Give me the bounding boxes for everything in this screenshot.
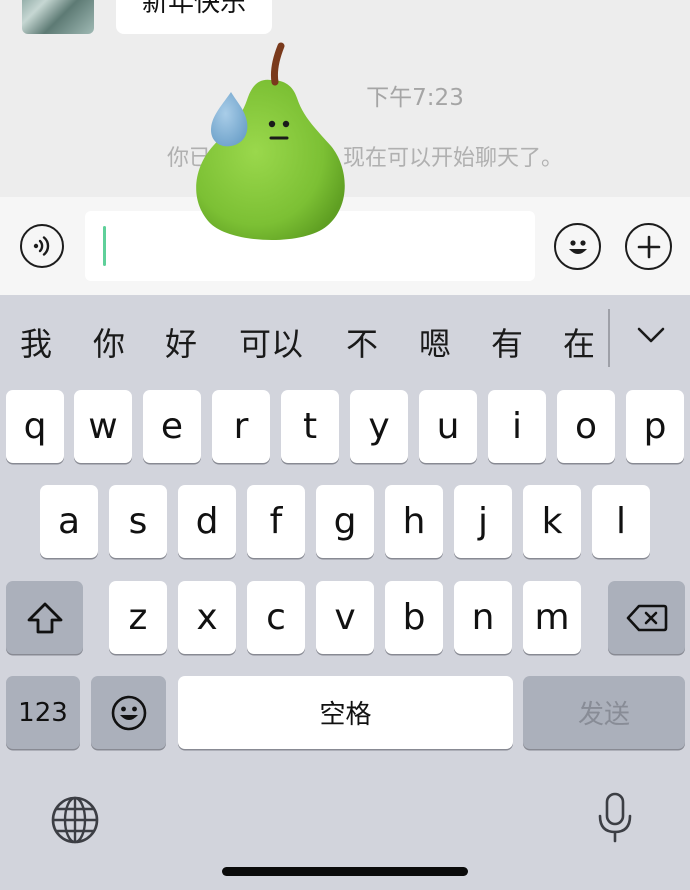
candidate-word[interactable]: 可以 xyxy=(239,319,303,365)
key-k[interactable]: k xyxy=(523,485,581,558)
shift-icon xyxy=(27,602,62,633)
backspace-icon xyxy=(626,604,667,631)
key-t[interactable]: t xyxy=(281,390,339,463)
key-z[interactable]: z xyxy=(109,581,167,654)
candidate-divider xyxy=(608,309,610,367)
text-caret xyxy=(103,226,106,266)
candidate-word[interactable]: 不 xyxy=(346,319,378,365)
message-bubble[interactable]: 新年快乐 xyxy=(116,0,273,34)
key-f[interactable]: f xyxy=(247,485,305,558)
backspace-key[interactable] xyxy=(608,581,685,654)
key-m[interactable]: m xyxy=(523,581,581,654)
key-x[interactable]: x xyxy=(178,581,236,654)
key-v[interactable]: v xyxy=(316,581,374,654)
candidate-word[interactable]: 在 xyxy=(563,319,595,365)
candidate-word[interactable]: 好 xyxy=(165,319,197,365)
key-r[interactable]: r xyxy=(212,390,270,463)
shift-key[interactable] xyxy=(6,581,83,654)
space-key[interactable]: 空格 xyxy=(178,676,513,749)
key-h[interactable]: h xyxy=(385,485,443,558)
key-l[interactable]: l xyxy=(592,485,650,558)
key-c[interactable]: c xyxy=(247,581,305,654)
key-i[interactable]: i xyxy=(488,390,546,463)
key-p[interactable]: p xyxy=(626,390,684,463)
emoji-key[interactable] xyxy=(91,676,166,749)
key-j[interactable]: j xyxy=(454,485,512,558)
globe-icon[interactable] xyxy=(50,795,100,845)
home-indicator[interactable] xyxy=(222,867,468,876)
candidate-bar: 我 你 好 可以 不 嗯 有 在 xyxy=(0,295,690,385)
microphone-icon[interactable] xyxy=(594,791,636,845)
voice-icon xyxy=(33,236,50,256)
voice-input-button[interactable] xyxy=(20,224,64,268)
numbers-key[interactable]: 123 xyxy=(6,676,80,749)
candidate-word[interactable]: 我 xyxy=(20,319,52,365)
plus-icon xyxy=(637,235,660,258)
send-key[interactable]: 发送 xyxy=(523,676,685,749)
candidate-word[interactable]: 有 xyxy=(491,319,523,365)
key-g[interactable]: g xyxy=(316,485,374,558)
key-w[interactable]: w xyxy=(74,390,132,463)
key-u[interactable]: u xyxy=(419,390,477,463)
pear-sticker xyxy=(196,42,345,241)
key-s[interactable]: s xyxy=(109,485,167,558)
key-a[interactable]: a xyxy=(40,485,98,558)
more-button[interactable] xyxy=(625,223,672,270)
key-y[interactable]: y xyxy=(350,390,408,463)
contact-avatar[interactable] xyxy=(22,0,94,34)
chevron-down-icon[interactable] xyxy=(636,325,666,345)
key-q[interactable]: q xyxy=(6,390,64,463)
emoji-icon xyxy=(568,239,587,254)
key-d[interactable]: d xyxy=(178,485,236,558)
keyboard: 我 你 好 可以 不 嗯 有 在 q w e r t y u i o p a s… xyxy=(0,295,690,890)
key-o[interactable]: o xyxy=(557,390,615,463)
key-n[interactable]: n xyxy=(454,581,512,654)
candidate-word[interactable]: 你 xyxy=(93,319,125,365)
candidate-word[interactable]: 嗯 xyxy=(419,319,451,365)
emoji-icon xyxy=(111,695,146,730)
emoji-button[interactable] xyxy=(554,223,601,270)
key-b[interactable]: b xyxy=(385,581,443,654)
key-e[interactable]: e xyxy=(143,390,201,463)
